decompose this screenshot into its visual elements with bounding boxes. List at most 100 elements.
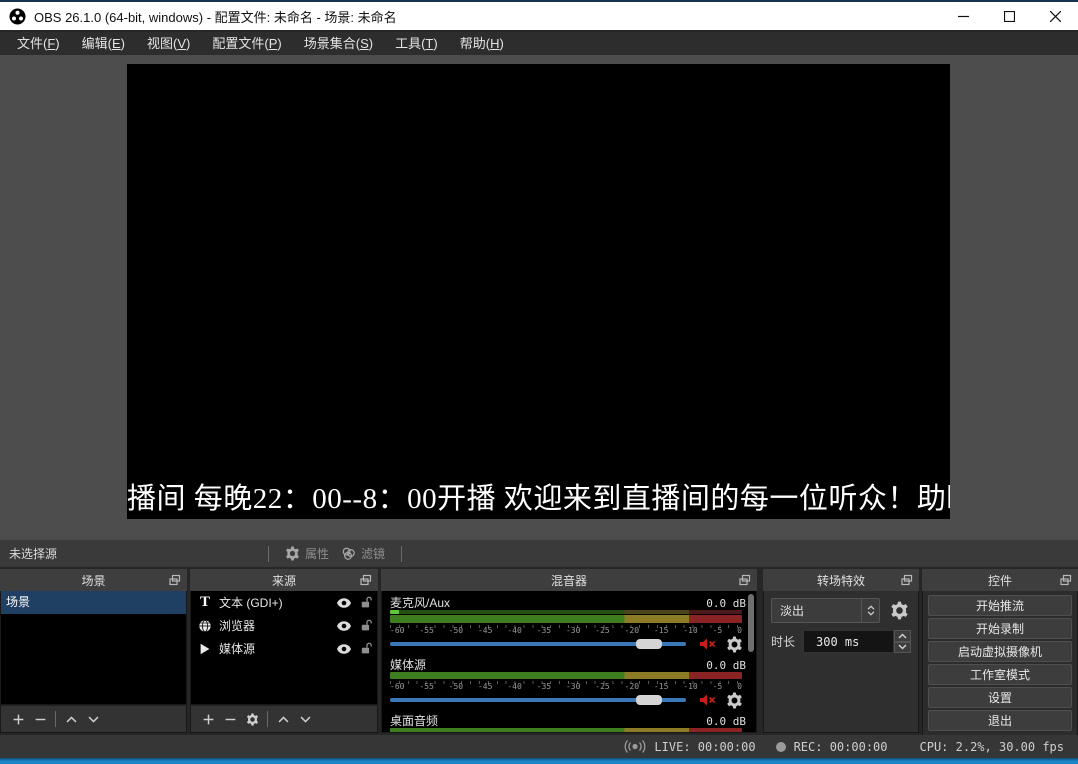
- channel-gear-icon[interactable]: [726, 692, 743, 709]
- menu-item[interactable]: 视图(V): [136, 32, 201, 55]
- controls-dock: 控件 开始推流开始录制启动虚拟摄像机工作室模式设置退出: [922, 569, 1078, 733]
- separator: [401, 546, 402, 562]
- lock-icon[interactable]: [355, 642, 377, 655]
- meter-scale-label: 0: [737, 625, 742, 636]
- source-row-media[interactable]: 媒体源: [191, 637, 377, 660]
- add-scene-button[interactable]: [7, 709, 29, 729]
- control-button[interactable]: 工作室模式: [928, 664, 1072, 685]
- transitions-body: 淡出 时长 300 ms: [763, 591, 919, 733]
- meter-scale-label: 0: [737, 681, 742, 692]
- remove-source-button[interactable]: [219, 709, 241, 729]
- dock-popout-icon[interactable]: [360, 574, 372, 586]
- close-button[interactable]: [1032, 2, 1078, 30]
- visibility-eye-icon[interactable]: [333, 618, 355, 634]
- menu-item[interactable]: 场景集合(S): [293, 32, 384, 55]
- source-down-button[interactable]: [294, 709, 316, 729]
- visibility-eye-icon[interactable]: [333, 641, 355, 657]
- slider-handle[interactable]: [636, 639, 662, 649]
- scenes-list: 场景: [0, 591, 187, 705]
- slider-handle[interactable]: [636, 695, 662, 705]
- mixer-channel-db: 0.0 dB: [706, 597, 746, 610]
- scene-down-button[interactable]: [82, 709, 104, 729]
- menu-item[interactable]: 配置文件(P): [201, 32, 292, 55]
- source-context-toolbar: 未选择源 属性 滤镜: [0, 540, 1078, 567]
- dock-area: 场景 场景 来源 T 文本 (GDI+): [0, 569, 1078, 733]
- filters-label: 滤镜: [361, 545, 385, 562]
- mixer-dock-header: 混音器: [381, 569, 757, 591]
- source-label: 文本 (GDI+): [219, 594, 333, 611]
- browser-globe-icon: [191, 619, 219, 633]
- preview-canvas[interactable]: 播间 每晚22：00--8：00开播 欢迎来到直播间的每一位听众！助眠: [127, 64, 950, 519]
- volume-meter: [390, 615, 742, 623]
- lock-icon[interactable]: [355, 596, 377, 609]
- source-row-text[interactable]: T 文本 (GDI+): [191, 591, 377, 614]
- add-source-button[interactable]: [197, 709, 219, 729]
- meter-scale-label: -5: [713, 681, 723, 692]
- source-row-browser[interactable]: 浏览器: [191, 614, 377, 637]
- source-label: 媒体源: [219, 640, 333, 657]
- window-title: OBS 26.1.0 (64-bit, windows) - 配置文件: 未命名…: [34, 7, 397, 26]
- control-button[interactable]: 开始录制: [928, 618, 1072, 639]
- menu-item[interactable]: 文件(F): [6, 32, 71, 55]
- transition-select[interactable]: 淡出: [771, 598, 880, 623]
- combo-spinner[interactable]: [861, 599, 879, 622]
- maximize-button[interactable]: [986, 2, 1032, 30]
- duration-input[interactable]: 300 ms: [803, 630, 894, 653]
- menu-item[interactable]: 工具(T): [384, 32, 449, 55]
- scene-up-button[interactable]: [60, 709, 82, 729]
- sources-dock-header: 来源: [190, 569, 378, 591]
- meter-scale: -60-55-50-45-40-35-30-25-20-15-10-50: [390, 679, 742, 690]
- volume-slider[interactable]: [390, 690, 686, 710]
- rec-time: REC: 00:00:00: [794, 740, 888, 754]
- control-button[interactable]: 退出: [928, 710, 1072, 731]
- dock-popout-icon[interactable]: [169, 574, 181, 586]
- source-properties-button[interactable]: [241, 709, 263, 729]
- chevron-up-icon: [867, 605, 875, 610]
- source-up-button[interactable]: [272, 709, 294, 729]
- transitions-dock-title: 转场特效: [817, 572, 865, 589]
- visibility-eye-icon[interactable]: [333, 595, 355, 611]
- audio-mixer-dock: 混音器 麦克风/Aux 0.0 dB -60-55-50-45-40-35-30…: [381, 569, 757, 733]
- minimize-button[interactable]: [940, 2, 986, 30]
- sources-toolbar: [190, 705, 378, 733]
- meter-scale-label: -5: [713, 625, 723, 636]
- control-button[interactable]: 设置: [928, 687, 1072, 708]
- remove-scene-button[interactable]: [29, 709, 51, 729]
- meter-scale: -60-55-50-45-40-35-30-25-20-15-10-50: [390, 623, 742, 634]
- mixer-channel-db: 0.0 dB: [706, 715, 746, 728]
- filters-button[interactable]: 滤镜: [335, 545, 391, 562]
- menu-item[interactable]: 帮助(H): [449, 32, 515, 55]
- scenes-dock-title: 场景: [81, 572, 105, 589]
- lock-icon[interactable]: [355, 619, 377, 632]
- transition-selected-value: 淡出: [772, 602, 861, 619]
- channel-gear-icon[interactable]: [726, 636, 743, 653]
- mute-speaker-icon[interactable]: [696, 692, 718, 708]
- control-button[interactable]: 开始推流: [928, 595, 1072, 616]
- properties-button[interactable]: 属性: [279, 545, 335, 562]
- mute-speaker-icon[interactable]: [696, 636, 718, 652]
- live-time: LIVE: 00:00:00: [654, 740, 755, 754]
- filter-icon: [341, 546, 356, 561]
- dock-popout-icon[interactable]: [739, 574, 751, 586]
- separator: [55, 711, 56, 727]
- mixer-dock-title: 混音器: [551, 572, 587, 589]
- duration-down-button[interactable]: [894, 642, 911, 654]
- transition-gear-icon[interactable]: [887, 599, 911, 623]
- cpu-fps-stats: CPU: 2.2%, 30.00 fps: [920, 740, 1065, 754]
- separator: [267, 711, 268, 727]
- control-button[interactable]: 启动虚拟摄像机: [928, 641, 1072, 662]
- obs-logo-icon: [9, 8, 26, 25]
- scene-list-item[interactable]: 场景: [1, 591, 186, 614]
- volume-slider[interactable]: [390, 634, 686, 654]
- text-source-icon: T: [191, 594, 219, 611]
- menu-item[interactable]: 编辑(E): [71, 32, 136, 55]
- dock-popout-icon[interactable]: [901, 574, 913, 586]
- taskbar-edge: [0, 758, 1078, 764]
- duration-up-button[interactable]: [894, 630, 911, 642]
- transitions-dock-header: 转场特效: [763, 569, 919, 591]
- mixer-channel-name: 媒体源: [390, 656, 426, 673]
- gear-icon: [285, 546, 300, 561]
- mixer-scrollbar[interactable]: [748, 594, 754, 652]
- scenes-dock-header: 场景: [0, 569, 187, 591]
- dock-popout-icon[interactable]: [1060, 574, 1072, 586]
